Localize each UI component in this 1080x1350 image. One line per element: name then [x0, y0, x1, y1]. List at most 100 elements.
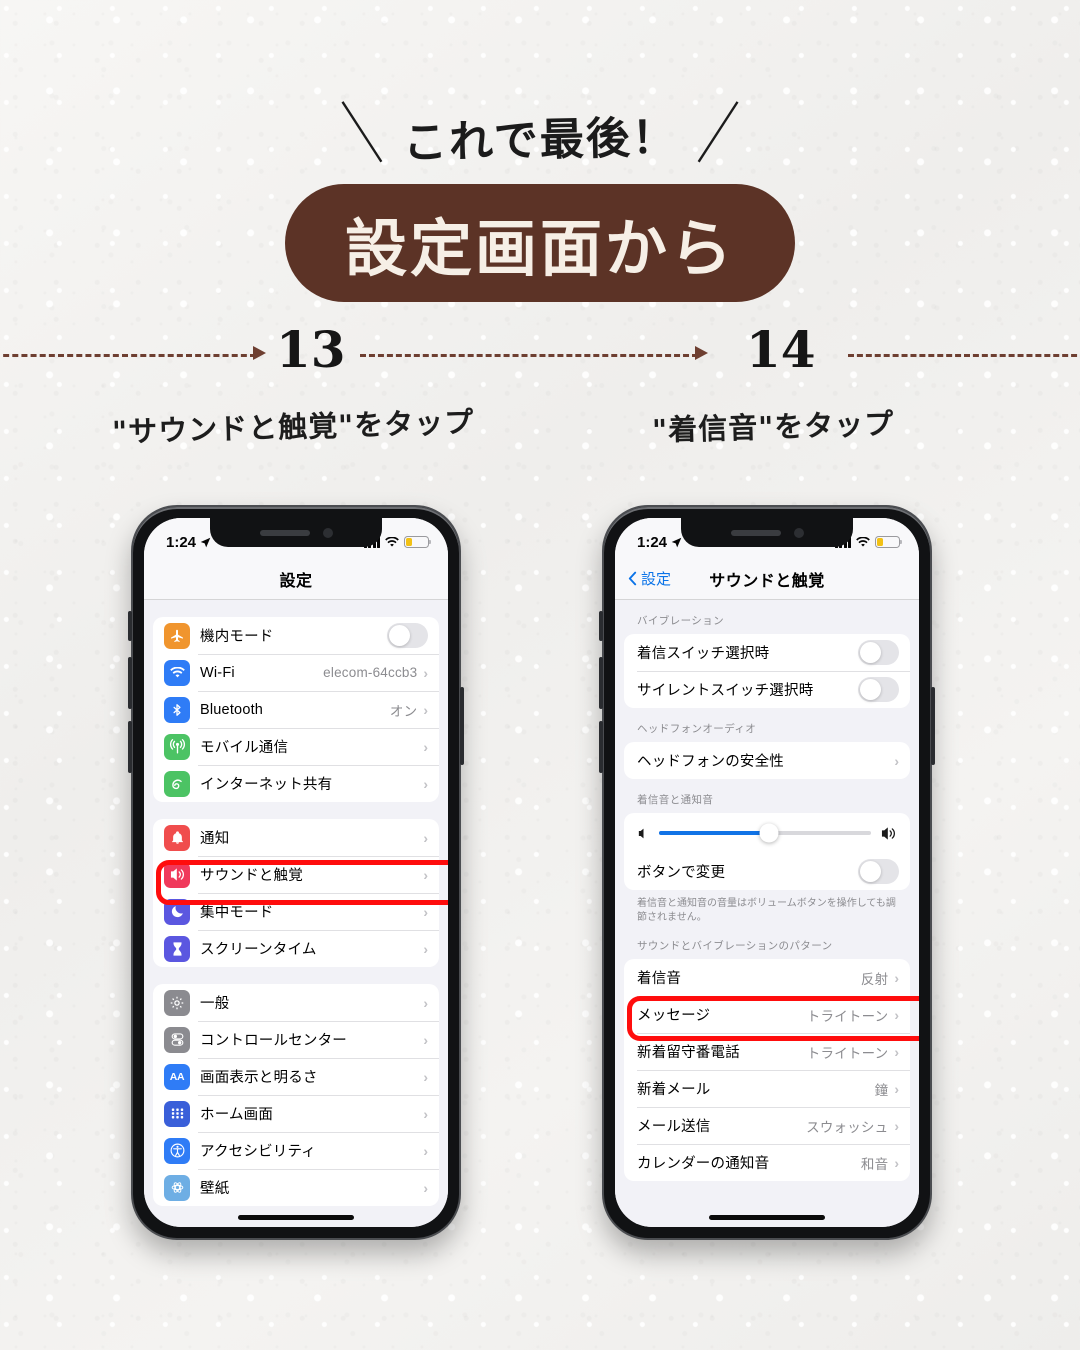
settings-row-notifications[interactable]: 通知 ›: [153, 819, 439, 856]
settings-row-airplane[interactable]: 機内モード: [153, 617, 439, 654]
row-label: 一般: [200, 996, 230, 1012]
settings-row-wifi[interactable]: Wi-Fi elecom-64ccb3 ›: [153, 654, 439, 691]
phone-mockup-sounds: 1:24 設定 サウンドと触覚 バイブレーション 着信スイッチ選択時 サイレント…: [599, 505, 935, 1240]
row-label: 集中モード: [200, 905, 274, 921]
arrowhead-left-icon: [253, 346, 266, 360]
bluetooth-icon: [164, 696, 190, 723]
step-number-14: 14: [746, 320, 816, 379]
phone-mockup-settings: 1:24 設定 機内モード Wi-Fi elecom-64ccb3 › Blue…: [128, 505, 464, 1240]
row-label: メール送信: [637, 1119, 711, 1136]
row-value: スウォッシュ: [806, 1119, 889, 1135]
settings-row-home-screen[interactable]: ホーム画面 ›: [153, 1095, 439, 1132]
row-ring-switch-vibrate[interactable]: 着信スイッチ選択時: [624, 634, 910, 671]
row-message-tone[interactable]: メッセージ トライトーン ›: [624, 996, 910, 1033]
sounds-list[interactable]: バイブレーション 着信スイッチ選択時 サイレントスイッチ選択時 ヘッドフォンオー…: [615, 600, 919, 1227]
settings-row-control-center[interactable]: コントロールセンター ›: [153, 1021, 439, 1058]
settings-row-general[interactable]: 一般 ›: [153, 984, 439, 1021]
settings-row-display-brightness[interactable]: AA 画面表示と明るさ ›: [153, 1058, 439, 1095]
row-label: 着信スイッチ選択時: [637, 646, 770, 662]
ring-vibrate-toggle[interactable]: [858, 640, 899, 665]
row-volume-slider[interactable]: [624, 813, 910, 853]
page-title: 設定画面から: [344, 212, 735, 285]
battery-low-icon: [404, 536, 432, 548]
settings-list[interactable]: 機内モード Wi-Fi elecom-64ccb3 › Bluetooth オン…: [144, 600, 448, 1227]
bell-icon: [164, 824, 190, 851]
silent-vibrate-toggle[interactable]: [858, 677, 899, 702]
front-camera-icon: [322, 527, 333, 538]
row-ringtone[interactable]: 着信音 反射 ›: [624, 959, 910, 996]
volume-up-button[interactable]: [599, 657, 603, 709]
chevron-right-icon: ›: [423, 866, 428, 883]
hotspot-icon: [164, 770, 190, 797]
row-change-with-buttons[interactable]: ボタンで変更: [624, 853, 910, 890]
row-silent-switch-vibrate[interactable]: サイレントスイッチ選択時: [624, 671, 910, 708]
title-pill: 設定画面から: [285, 184, 795, 302]
row-label: ボタンで変更: [637, 865, 726, 881]
settings-row-hotspot[interactable]: インターネット共有 ›: [153, 765, 439, 802]
speaker-min-icon: [638, 828, 644, 838]
row-label: 着信音: [637, 971, 682, 988]
notch: [681, 518, 853, 547]
chevron-right-icon: ›: [423, 1105, 428, 1122]
nav-bar-right: 設定 サウンドと触覚: [615, 558, 919, 600]
settings-row-focus[interactable]: 集中モード ›: [153, 893, 439, 930]
settings-row-cellular[interactable]: モバイル通信 ›: [153, 728, 439, 765]
chevron-right-icon: ›: [423, 1068, 428, 1085]
volume-thumb[interactable]: [759, 823, 779, 843]
step-number-13: 13: [276, 320, 346, 379]
speaker-icon: [164, 861, 190, 888]
front-camera-icon: [793, 527, 804, 538]
chevron-right-icon: ›: [894, 1154, 899, 1171]
display-aa-icon: AA: [164, 1063, 190, 1090]
settings-row-sounds-haptics[interactable]: サウンドと触覚 ›: [153, 856, 439, 893]
row-sent-mail[interactable]: メール送信 スウォッシュ ›: [624, 1107, 910, 1144]
control-center-icon: [164, 1026, 190, 1053]
settings-group-system: 一般 › コントロールセンター › AA 画面表示と明るさ › ホーム画面 › …: [153, 984, 439, 1206]
row-calendar-alert[interactable]: カレンダーの通知音 和音 ›: [624, 1144, 910, 1181]
row-new-mail[interactable]: 新着メール 鐘 ›: [624, 1070, 910, 1107]
settings-row-wallpaper[interactable]: 壁紙 ›: [153, 1169, 439, 1206]
status-time: 1:24: [637, 533, 668, 551]
row-label: モバイル通信: [200, 740, 289, 756]
row-label: スクリーンタイム: [200, 942, 317, 958]
gear-icon: [164, 989, 190, 1016]
volume-down-button[interactable]: [599, 721, 603, 773]
row-new-voicemail[interactable]: 新着留守番電話 トライトーン ›: [624, 1033, 910, 1070]
wallpaper-icon: [164, 1174, 190, 1201]
status-time: 1:24: [166, 533, 197, 551]
accessibility-icon: [164, 1137, 190, 1164]
power-button[interactable]: [931, 687, 935, 765]
back-label: 設定: [641, 571, 672, 588]
settings-row-accessibility[interactable]: アクセシビリティ ›: [153, 1132, 439, 1169]
row-label: サイレントスイッチ選択時: [637, 683, 814, 699]
chevron-right-icon: ›: [423, 1031, 428, 1048]
settings-row-bluetooth[interactable]: Bluetooth オン ›: [153, 691, 439, 728]
mute-switch[interactable]: [599, 611, 603, 641]
settings-row-screen-time[interactable]: スクリーンタイム ›: [153, 930, 439, 967]
home-indicator[interactable]: [709, 1215, 825, 1220]
back-button[interactable]: 設定: [628, 568, 671, 589]
chevron-right-icon: ›: [423, 940, 428, 957]
power-button[interactable]: [460, 687, 464, 765]
airplane-toggle[interactable]: [387, 623, 428, 648]
volume-down-button[interactable]: [128, 721, 132, 773]
settings-group-notifications: 通知 › サウンドと触覚 › 集中モード › スクリーンタイム ›: [153, 819, 439, 967]
volume-track[interactable]: [659, 823, 871, 843]
notch: [210, 518, 382, 547]
step-strip: 13 14: [0, 318, 1080, 390]
mute-switch[interactable]: [128, 611, 132, 641]
row-value: トライトーン: [806, 1045, 889, 1061]
kicker-text: これで最後！: [402, 112, 678, 169]
row-label: 画面表示と明るさ: [200, 1070, 318, 1086]
home-indicator[interactable]: [238, 1215, 354, 1220]
row-label: Wi-Fi: [200, 664, 235, 681]
section-group-headphone-audio: ヘッドフォンの安全性 ›: [624, 742, 910, 779]
nav-title-sounds: サウンドと触覚: [709, 572, 825, 590]
change-with-buttons-toggle[interactable]: [858, 859, 899, 884]
volume-up-button[interactable]: [128, 657, 132, 709]
row-headphone-safety[interactable]: ヘッドフォンの安全性 ›: [624, 742, 910, 779]
speaker-max-icon: [881, 826, 895, 840]
row-label: 新着メール: [637, 1082, 711, 1099]
chevron-right-icon: ›: [423, 701, 428, 718]
row-label: Bluetooth: [200, 701, 264, 718]
